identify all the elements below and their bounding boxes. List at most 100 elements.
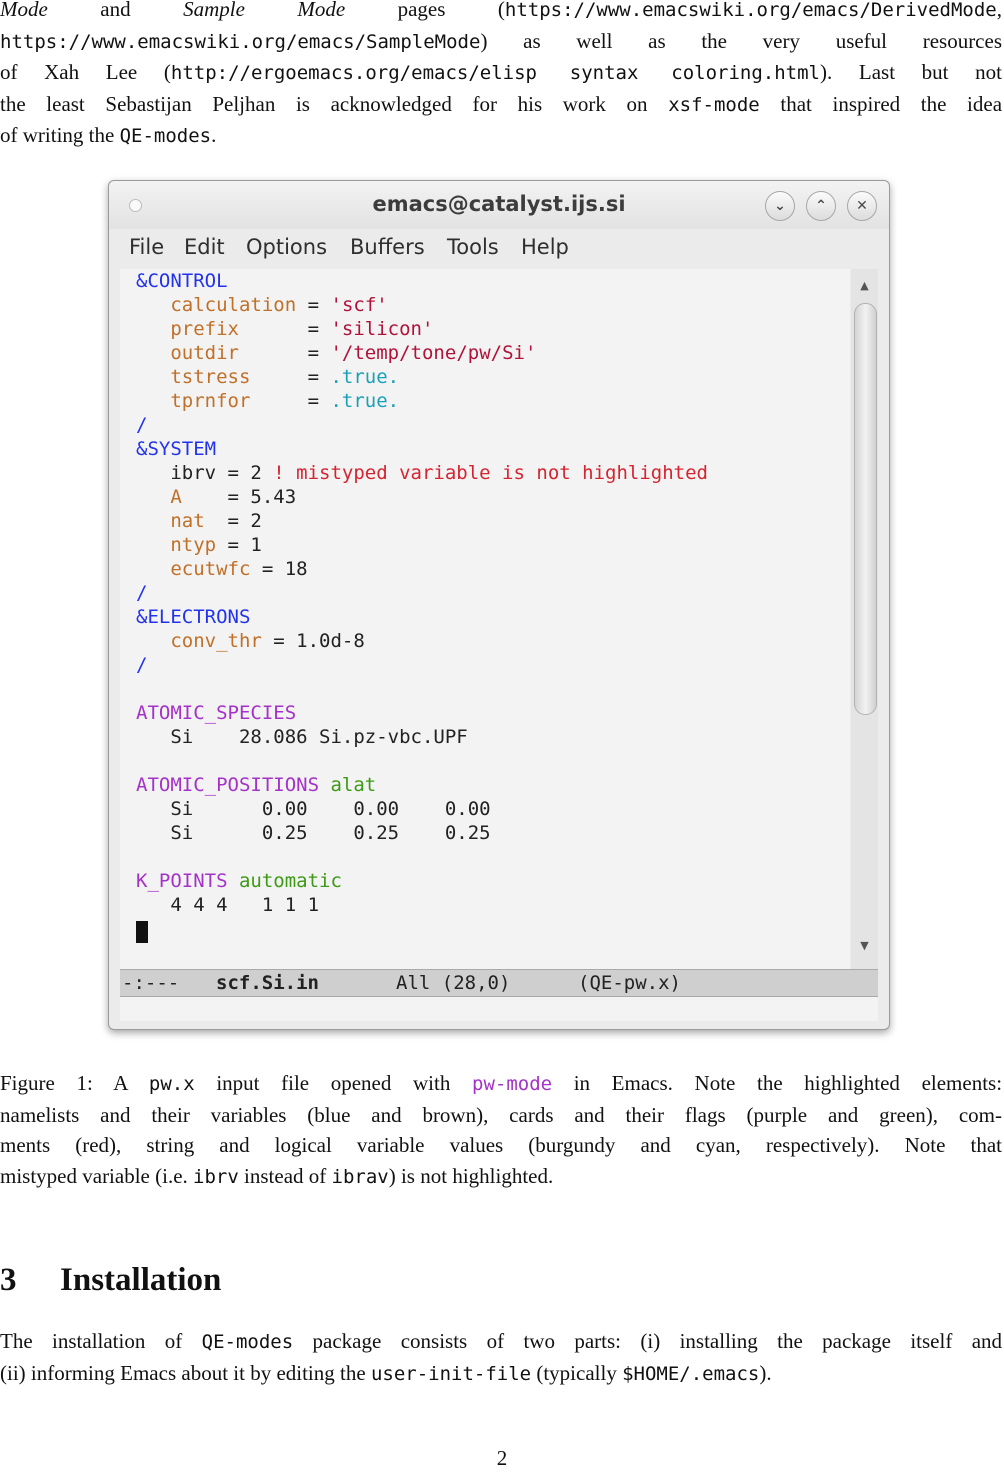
code-line: Si 28.086 Si.pz-vbc.UPF: [136, 725, 468, 749]
code-line: 4 4 4 1 1 1: [136, 893, 319, 917]
code-line: ATOMIC_POSITIONS alat: [136, 773, 376, 797]
code-line: Si 0.25 0.25 0.25: [136, 821, 491, 845]
code-token: =: [238, 318, 331, 340]
code-line: conv_thr = 1.0d-8: [136, 629, 364, 653]
menu-edit[interactable]: Edit: [184, 235, 225, 259]
modeline-status: -:---: [122, 972, 180, 994]
code-line: A = 5.43: [136, 485, 296, 509]
menu-options[interactable]: Options: [246, 235, 327, 259]
scroll-up-arrow-icon[interactable]: ▲: [851, 275, 878, 297]
mode-line: -:--- scf.Si.in All (28,0) (QE-pw.x): [120, 969, 878, 997]
install-line-2: (ii) informing Emacs about it by editing…: [0, 1360, 772, 1385]
code-token: nat: [170, 510, 205, 532]
code-token: K_POINTS: [136, 870, 228, 892]
menu-help[interactable]: Help: [521, 235, 569, 259]
installation-paragraph: The installation of QE-modes package con…: [0, 1326, 1002, 1389]
code-token: automatic: [238, 870, 342, 892]
menu-buffers[interactable]: Buffers: [350, 235, 425, 259]
code-token: ibrv = 2: [136, 462, 274, 484]
code-line: /: [136, 413, 147, 437]
sample-mode-url[interactable]: https://www.emacswiki.org/emacs/SampleMo…: [0, 31, 480, 53]
code-token: ! mistyped variable is not highlighted: [273, 462, 708, 484]
caption-line-1: Figure 1: A pw.x input file opened with …: [0, 1071, 1003, 1095]
code-token: = 2: [204, 510, 262, 532]
code-token: ecutwfc: [170, 558, 251, 580]
code-token: Si 0.00 0.00 0.00: [136, 798, 491, 820]
derived-mode-url[interactable]: https://www.emacswiki.org/emacs/DerivedM…: [505, 0, 997, 21]
code-line: /: [136, 653, 147, 677]
scrollbar-thumb[interactable]: [854, 303, 877, 715]
code-token: &CONTROL: [136, 270, 228, 292]
code-line: &ELECTRONS: [136, 605, 250, 629]
code-token: alat: [330, 774, 377, 796]
xah-lee-url[interactable]: http://ergoemacs.org/emacs/elisp syntax …: [171, 62, 820, 84]
menu-tools[interactable]: Tools: [447, 235, 499, 259]
minimize-button[interactable]: ⌄: [765, 191, 795, 221]
code-token: =: [250, 366, 331, 388]
code-token: /: [136, 414, 148, 436]
intro-line-5: of writing the QE-modes.: [0, 123, 217, 147]
code-token: Si 0.25 0.25 0.25: [136, 822, 491, 844]
minibuffer[interactable]: [120, 997, 878, 1021]
code-token: .true.: [330, 390, 400, 412]
code-line: tstress = .true.: [136, 365, 399, 389]
emacs-window: emacs@catalyst.ijs.si ⌄ ⌃ ✕ File Edit Op…: [108, 180, 890, 1030]
code-token: ATOMIC_POSITIONS: [136, 774, 320, 796]
code-token: Si 28.086 Si.pz-vbc.UPF: [136, 726, 468, 748]
window-titlebar[interactable]: emacs@catalyst.ijs.si ⌄ ⌃ ✕: [109, 181, 889, 229]
editor-buffer[interactable]: &CONTROL calculation = 'scf' prefix = 's…: [120, 269, 850, 969]
code-token: 'silicon': [330, 318, 434, 340]
code-token: &ELECTRONS: [136, 606, 251, 628]
code-token: = 1: [216, 534, 262, 556]
menu-file[interactable]: File: [129, 235, 164, 259]
code-line: ATOMIC_SPECIES: [136, 701, 296, 725]
install-line-1: The installation of QE-modes package con…: [0, 1329, 1003, 1353]
code-line: calculation = 'scf': [136, 293, 387, 317]
code-line: /: [136, 581, 147, 605]
intro-line-2: https://www.emacswiki.org/emacs/SampleMo…: [0, 28, 1002, 53]
code-line: K_POINTS automatic: [136, 869, 342, 893]
code-token: outdir: [170, 342, 239, 364]
modeline-major-mode: (QE-pw.x): [578, 972, 681, 994]
caption-line-3: ments (red), string and logical variable…: [0, 1133, 1002, 1157]
intro-line-3: of Xah Lee (http://ergoemacs.org/emacs/e…: [0, 60, 1003, 84]
code-token: = 18: [250, 558, 308, 580]
code-token: conv_thr: [170, 630, 262, 652]
code-line: outdir = '/temp/tone/pw/Si': [136, 341, 536, 365]
code-token: =: [238, 342, 331, 364]
code-token: &SYSTEM: [136, 438, 217, 460]
code-line: ecutwfc = 18: [136, 557, 308, 581]
intro-paragraph: Mode and Sample Mode pages (https://www.…: [0, 0, 1002, 152]
code-token: =: [250, 390, 331, 412]
caption-line-2: namelists and their variables (blue and …: [0, 1102, 1002, 1127]
vertical-scrollbar[interactable]: ▲ ▼: [851, 269, 878, 969]
section-title: Installation: [60, 1262, 222, 1298]
code-token: '/temp/tone/pw/Si': [330, 342, 537, 364]
section-heading: 3 Installation: [0, 1262, 221, 1299]
scroll-down-arrow-icon[interactable]: ▼: [851, 935, 878, 957]
section-number: 3: [0, 1262, 17, 1298]
maximize-button[interactable]: ⌃: [806, 191, 836, 221]
page-number: 2: [496, 1446, 508, 1470]
code-token: calculation: [170, 294, 297, 316]
code-line: ntyp = 1: [136, 533, 262, 557]
caption-line-4: mistyped variable (i.e. ibrv instead of …: [0, 1163, 554, 1188]
code-token: /: [136, 654, 148, 676]
menu-bar: File Edit Options Buffers Tools Help: [109, 233, 889, 267]
close-button[interactable]: ✕: [847, 191, 877, 221]
code-token: tprnfor: [170, 390, 251, 412]
pw-mode-link[interactable]: pw-mode: [472, 1073, 552, 1095]
code-token: ATOMIC_SPECIES: [136, 702, 297, 724]
code-line: ibrv = 2 ! mistyped variable is not high…: [136, 461, 708, 485]
